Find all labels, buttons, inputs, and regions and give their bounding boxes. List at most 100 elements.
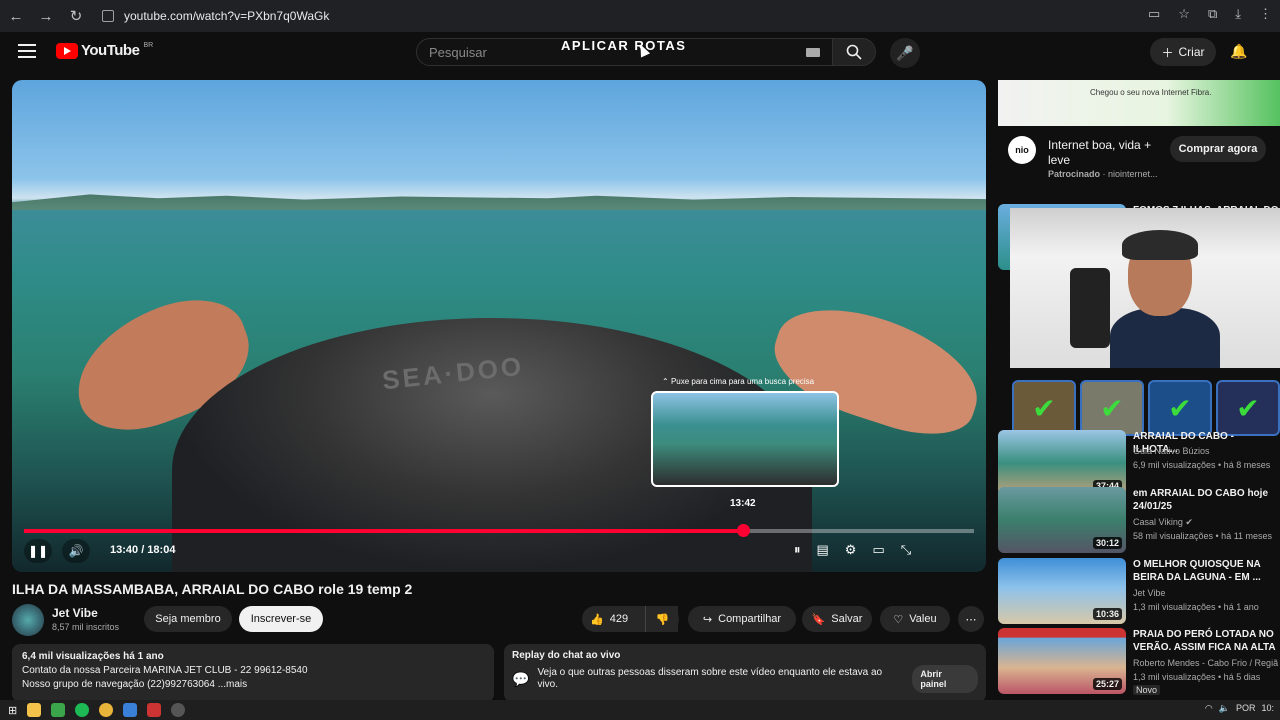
description-line-1: Contato da nossa Parceira MARINA JET CLU… [22,665,308,676]
site-info-icon[interactable] [102,10,114,22]
thanks-label: Valeu [909,613,937,625]
join-button[interactable]: Seja membro [144,606,232,632]
spotify-icon[interactable] [75,703,90,717]
ad-logo: nio [1008,136,1036,164]
chat-replay-panel: Replay do chat ao vivo 💬 Veja o que outr… [504,644,986,702]
sidebar-ad[interactable]: Chegou o seu nova Internet Fibra. nio In… [998,80,1280,190]
region-code: BR [143,42,154,49]
webcam-chair [1070,268,1110,348]
recommendation-thumbnail[interactable]: 30:12 [998,487,1126,553]
recommendation-item[interactable]: 10:36 O MELHOR QUIOSQUE NA BEIRA DA LAGU… [998,558,1280,624]
seek-preview-thumbnail [651,391,839,487]
ad-cta-button[interactable]: Comprar agora [1170,136,1266,162]
channel-avatar[interactable] [12,604,44,636]
volume-tray-icon[interactable]: 🔈 [1219,703,1230,714]
recommendation-thumbnail[interactable]: 10:36 [998,558,1126,624]
recommendation-item[interactable]: 30:12 em ARRAIAL DO CABO hoje 24/01/25 C… [998,487,1280,553]
ad-advertiser: niointernet... [1108,169,1158,179]
create-button[interactable]: ＋ Criar [1150,38,1216,66]
ad-banner-image[interactable]: Chegou o seu nova Internet Fibra. [998,80,1280,126]
chat-icon: 💬 [512,670,530,687]
windows-start-icon[interactable]: ⊞ [8,704,17,717]
extensions-icon[interactable]: ⧉ [1208,6,1217,22]
search-placeholder: Pesquisar [429,44,487,60]
volume-button[interactable]: 🔊 [62,539,90,563]
os-taskbar: ⊞ ◠ 🔈 POR 10: [0,700,1280,720]
wifi-icon[interactable]: ◠ [1205,703,1213,714]
cast-icon[interactable]: ▭ [1148,6,1160,22]
chevron-up-icon: ⌃ [662,377,671,386]
app-icon[interactable] [171,703,186,717]
app-icon[interactable] [51,703,66,717]
bookmark-star-icon[interactable]: ☆ [1178,6,1190,22]
share-button[interactable]: ↪ Compartilhar [688,606,796,632]
thanks-button[interactable]: ♡ Valeu [880,606,950,632]
reload-icon[interactable]: ↻ [62,2,90,30]
ad-sponsor-line: Patrocinado · niointernet... [1048,169,1158,179]
menu-hamburger-icon[interactable] [18,44,36,58]
chrome-icon[interactable] [99,703,114,717]
subscribe-button[interactable]: Inscrever-se [239,606,323,632]
heart-icon: ♡ [893,613,904,626]
recommendation-title[interactable]: O MELHOR QUIOSQUE NA BEIRA DA LAGUNA - E… [1133,558,1280,584]
file-explorer-icon[interactable] [27,703,42,717]
save-button[interactable]: 🔖 Salvar [802,606,872,632]
system-tray: ◠ 🔈 POR 10: [1205,703,1274,714]
browser-actions: ▭ ☆ ⧉ ⤓ ⋮ [1148,6,1272,22]
share-label: Compartilhar [718,613,782,625]
recommendation-channel[interactable]: Jet Vibe [1133,588,1165,598]
subtitles-icon[interactable]: ▤ [817,542,829,558]
forward-icon[interactable]: → [32,2,60,30]
more-actions-button[interactable]: ⋯ [958,606,984,632]
keyboard-icon[interactable] [806,48,820,57]
channel-name[interactable]: Jet Vibe [52,606,98,620]
autoplay-toggle-icon[interactable]: ⏸ [794,542,801,558]
search-icon [846,44,862,60]
description-box[interactable]: 6,4 mil visualizações há 1 ano Contato d… [12,644,494,702]
menu-dots-icon[interactable]: ⋮ [1259,6,1272,22]
recommendation-channel[interactable]: Guia Nativo Búzios [1133,446,1210,456]
dislike-button[interactable]: 👎 [645,606,679,632]
video-title: ILHA DA MASSAMBABA, ARRAIAL DO CABO role… [12,581,413,597]
ad-title[interactable]: Internet boa, vida + leve [1048,138,1168,168]
video-duration: 25:27 [1092,678,1122,690]
recommendation-meta: 58 mil visualizações • há 11 meses [1133,531,1273,541]
notifications-bell-icon[interactable]: 🔔 [1230,43,1247,60]
seek-preview-time: 13:42 [730,498,756,509]
theater-mode-icon[interactable]: ▭ [872,542,884,558]
recommendation-channel[interactable]: Casal Viking ✔ [1133,517,1193,528]
app-icon[interactable] [123,703,138,717]
recommendation-meta: 6,9 mil visualizações • há 8 meses [1133,460,1271,470]
settings-gear-icon[interactable]: ⚙ [845,542,857,558]
pause-button[interactable]: ❚❚ [24,539,52,563]
recommendation-title[interactable]: PRAIA DO PERÓ LOTADA NO VERÃO. ASSIM FIC… [1133,628,1280,654]
recommendation-title[interactable]: em ARRAIAL DO CABO hoje 24/01/25 [1133,487,1280,513]
recommendation-meta: 1,3 mil visualizações • há 5 dias [1133,672,1261,682]
description-stats: 6,4 mil visualizações há 1 ano [22,651,164,662]
back-icon[interactable]: ← [2,2,30,30]
progress-bar[interactable] [24,524,974,537]
video-player[interactable]: SEA·DOO ⌃ Puxe para cima para uma busca … [12,80,986,572]
app-icon[interactable] [147,703,162,717]
recommendation-thumbnail[interactable]: 25:27 [998,628,1126,694]
streamer-webcam-overlay [1010,208,1280,368]
voice-search-button[interactable]: 🎤 [890,38,920,68]
open-panel-button[interactable]: Abrir painel [912,665,978,693]
pause-icon: ❚❚ [27,544,49,558]
video-frame-coastline [12,194,986,210]
youtube-logo[interactable]: YouTube BR [56,42,153,59]
more-dots-icon: ⋯ [965,613,977,626]
recommendation-channel[interactable]: Roberto Mendes - Cabo Frio / Regiã [1133,658,1278,668]
address-bar[interactable]: youtube.com/watch?v=PXbn7q0WaGk [90,4,1250,28]
download-icon[interactable]: ⤓ [1235,6,1241,22]
search-button[interactable] [832,38,876,66]
like-count: 429 [609,613,629,625]
clock[interactable]: 10: [1261,703,1274,714]
recommendation-item[interactable]: 25:27 PRAIA DO PERÓ LOTADA NO VERÃO. ASS… [998,628,1280,696]
preview-hint: ⌃ Puxe para cima para uma busca precisa [662,377,815,386]
description-line-2: Nosso grupo de navegação (22)992763064 .… [22,679,248,690]
language-indicator[interactable]: POR [1236,703,1256,714]
youtube-play-icon [56,42,78,59]
fullscreen-icon[interactable]: ⤡ [901,542,911,558]
time-display: 13:40 / 18:04 [110,544,176,556]
